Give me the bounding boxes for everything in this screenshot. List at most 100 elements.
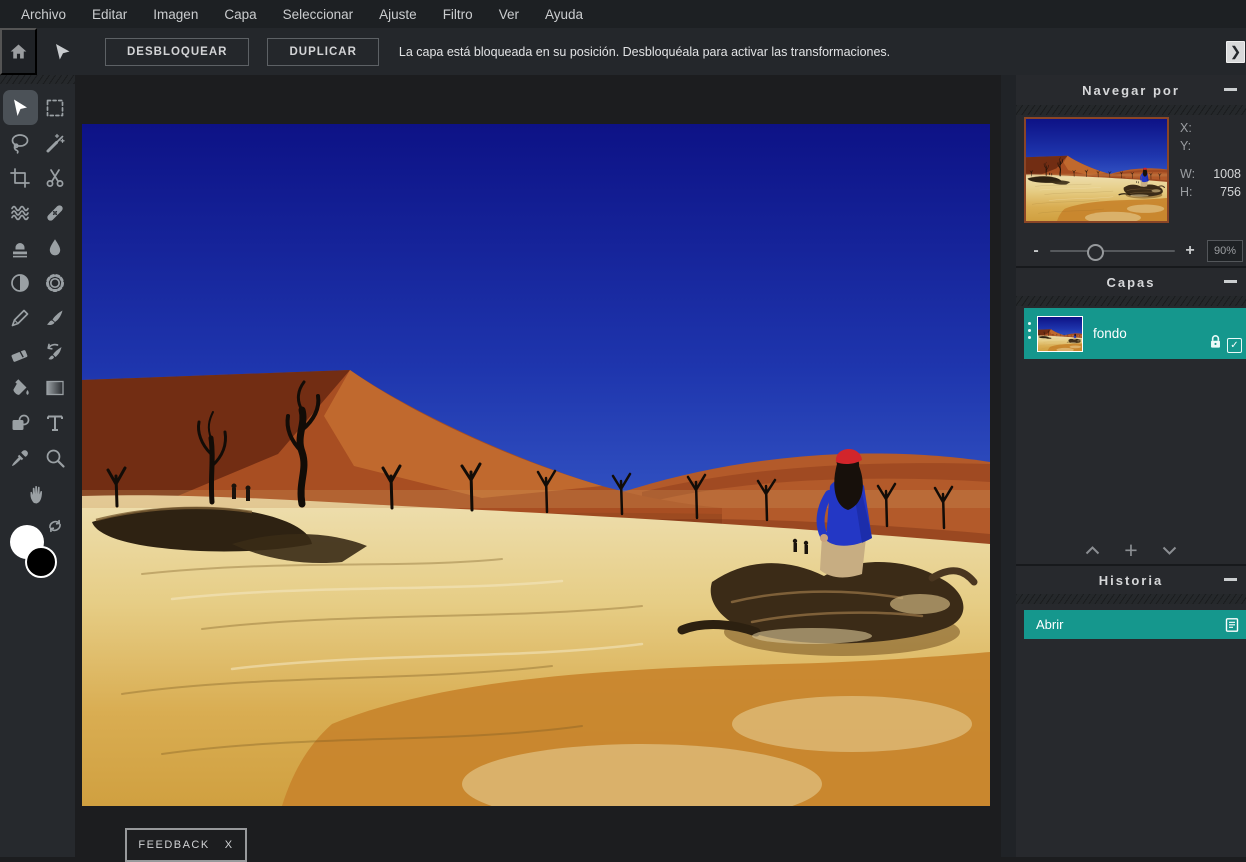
hand-tool-row — [0, 476, 75, 511]
tool-heal[interactable] — [38, 195, 73, 230]
arrange-tool-indicator — [37, 28, 87, 75]
width-row: W: 1008 — [1180, 167, 1241, 185]
navigator-minimize-button[interactable] — [1224, 88, 1237, 91]
y-label: Y: — [1180, 139, 1191, 157]
history-entry-label: Abrir — [1036, 617, 1063, 632]
tool-eraser[interactable] — [3, 335, 38, 370]
fill-icon — [8, 376, 32, 400]
pixlr-editor-app: Archivo Editar Imagen Capa Seleccionar Ajuste… — [0, 0, 1246, 857]
zoom-slider-knob[interactable] — [1087, 244, 1104, 261]
adjust-icon — [43, 271, 67, 295]
height-label: H: — [1180, 185, 1193, 203]
menu-item-imagen[interactable]: Imagen — [153, 7, 198, 22]
tool-pen[interactable] — [3, 300, 38, 335]
tool-dodge-burn[interactable] — [3, 265, 38, 300]
layer-controls: + — [1016, 536, 1246, 564]
navigator-info: X: Y: W: 1008 H: 756 — [1180, 121, 1241, 203]
eraser-icon — [8, 341, 32, 365]
menu-item-filtro[interactable]: Filtro — [443, 7, 473, 22]
tool-adjust[interactable] — [38, 265, 73, 300]
zoom-out-button[interactable]: - — [1030, 243, 1042, 259]
home-button[interactable] — [0, 28, 37, 75]
marquee-icon — [43, 96, 67, 120]
navigator-body: X: Y: W: 1008 H: 756 — [1016, 115, 1246, 235]
pen-icon — [8, 306, 32, 330]
tool-brush[interactable] — [38, 300, 73, 335]
layer-locked-message: La capa está bloqueada en su posición. D… — [399, 45, 890, 59]
dodge-burn-icon — [8, 271, 32, 295]
cutout-icon — [43, 166, 67, 190]
document-canvas[interactable] — [82, 124, 990, 806]
tool-lasso[interactable] — [3, 125, 38, 160]
menu-item-archivo[interactable]: Archivo — [21, 7, 66, 22]
height-value: 756 — [1220, 185, 1241, 203]
tool-clone[interactable] — [3, 230, 38, 265]
tool-zoom[interactable] — [38, 440, 73, 475]
tool-marquee[interactable] — [38, 90, 73, 125]
height-row: H: 756 — [1180, 185, 1241, 203]
zoom-icon — [43, 446, 67, 470]
text-icon — [43, 411, 67, 435]
menu-item-editar[interactable]: Editar — [92, 7, 127, 22]
color-swatches — [0, 517, 75, 607]
menu-bar: Archivo Editar Imagen Capa Seleccionar Ajuste… — [0, 0, 1246, 28]
zoom-in-button[interactable]: + — [1183, 243, 1197, 259]
tool-gradient[interactable] — [38, 370, 73, 405]
layer-visibility-checkbox[interactable]: ✓ — [1227, 338, 1242, 353]
shape-icon — [8, 411, 32, 435]
background-color-swatch[interactable] — [25, 546, 57, 578]
history-title: Historia — [1099, 573, 1163, 588]
layer-move-up-button[interactable] — [1085, 546, 1100, 555]
layers-minimize-button[interactable] — [1224, 280, 1237, 283]
color-picker-icon — [8, 446, 32, 470]
tool-cutout[interactable] — [38, 160, 73, 195]
menu-item-ayuda[interactable]: Ayuda — [545, 7, 583, 22]
tool-hand[interactable] — [20, 476, 55, 511]
navigator-title: Navegar por — [1082, 83, 1180, 98]
history-minimize-button[interactable] — [1224, 578, 1237, 581]
unlock-button[interactable]: DESBLOQUEAR — [105, 38, 249, 66]
layer-move-down-button[interactable] — [1162, 546, 1177, 555]
zoom-slider-track[interactable] — [1050, 250, 1175, 252]
swap-colors-icon[interactable] — [47, 518, 63, 539]
tool-detail[interactable] — [38, 230, 73, 265]
layer-drag-handle[interactable] — [1028, 322, 1031, 339]
tool-crop[interactable] — [3, 160, 38, 195]
panel-collapse-button[interactable]: ❯ — [1226, 41, 1245, 63]
tool-color-picker[interactable] — [3, 440, 38, 475]
layers-hatch — [1016, 296, 1246, 306]
menu-item-seleccionar[interactable]: Seleccionar — [283, 7, 354, 22]
canvas-area: FEEDBACK X — [75, 75, 1001, 857]
navigator-hatch — [1016, 105, 1246, 115]
y-row: Y: — [1180, 139, 1241, 157]
zoom-value-input[interactable] — [1207, 240, 1243, 262]
layer-lock-icon[interactable] — [1209, 334, 1222, 354]
tool-fill[interactable] — [3, 370, 38, 405]
lasso-icon — [8, 131, 32, 155]
tool-text[interactable] — [38, 405, 73, 440]
tool-arrange[interactable] — [3, 90, 38, 125]
menu-item-capa[interactable]: Capa — [224, 7, 256, 22]
top-toolbar: DESBLOQUEAR DUPLICAR La capa está bloque… — [0, 28, 1246, 75]
history-header: Historia — [1016, 566, 1246, 594]
panel-gutter — [1001, 75, 1016, 857]
history-entry-abrir[interactable]: Abrir — [1024, 610, 1246, 639]
tool-shape[interactable] — [3, 405, 38, 440]
cursor-arrow-icon — [50, 40, 74, 64]
menu-item-ver[interactable]: Ver — [499, 7, 519, 22]
menu-item-ajuste[interactable]: Ajuste — [379, 7, 417, 22]
tool-history-brush[interactable] — [38, 335, 73, 370]
document-icon — [1224, 617, 1240, 633]
feedback-label: FEEDBACK — [138, 839, 209, 851]
tool-wand[interactable] — [38, 125, 73, 160]
feedback-close[interactable]: X — [225, 839, 234, 851]
navigator-header: Navegar por — [1016, 75, 1246, 105]
add-layer-button[interactable]: + — [1124, 539, 1137, 562]
liquify-icon — [8, 201, 32, 225]
zoom-slider-row: - + — [1016, 235, 1246, 266]
navigator-thumbnail[interactable] — [1024, 117, 1169, 223]
duplicate-button[interactable]: DUPLICAR — [267, 38, 378, 66]
tool-liquify[interactable] — [3, 195, 38, 230]
desert-photo — [1038, 317, 1082, 351]
layer-row-fondo[interactable]: fondo ✓ — [1024, 308, 1246, 359]
